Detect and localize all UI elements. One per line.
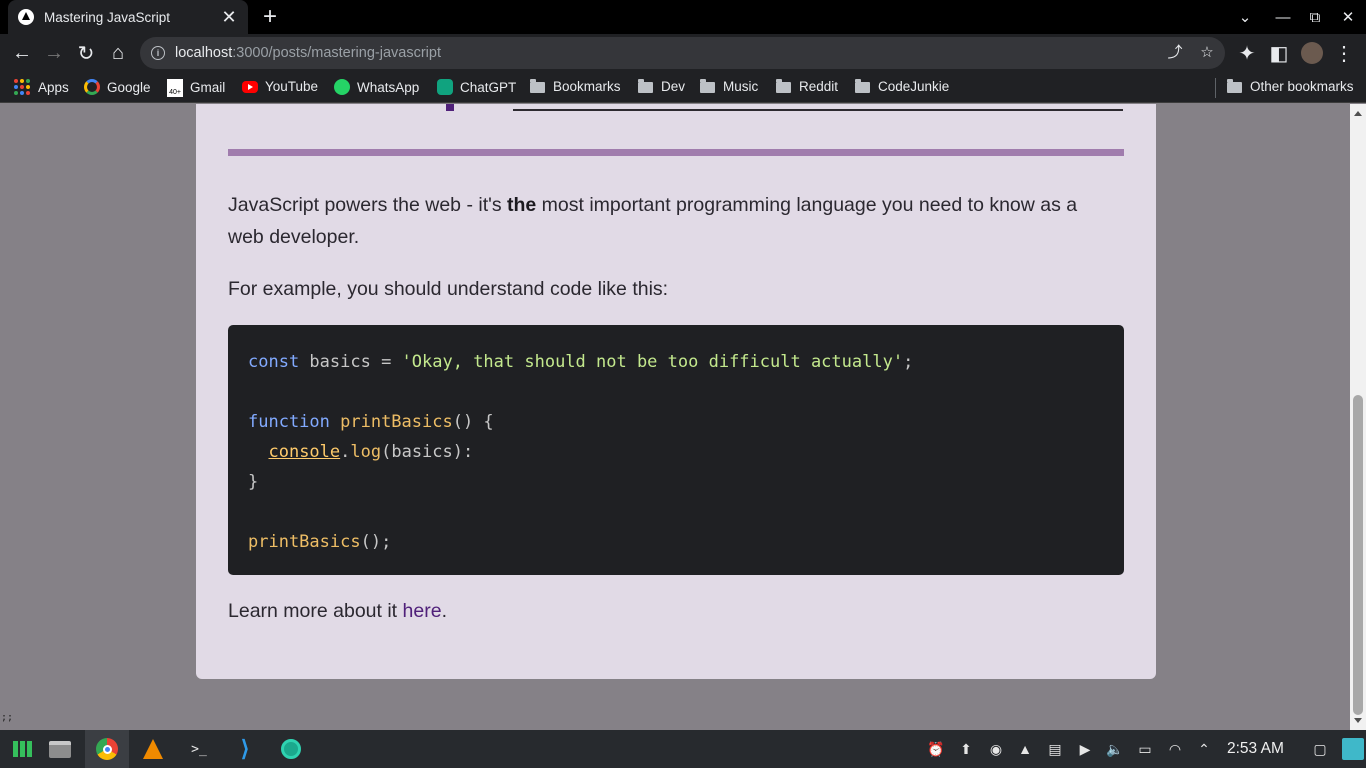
back-arrow-icon[interactable]: ←	[9, 40, 35, 66]
section-divider	[228, 149, 1124, 156]
tab-close-icon[interactable]: ✕	[220, 7, 238, 28]
bookmark-folder-reddit[interactable]: Reddit	[776, 79, 838, 94]
tab-strip: Mastering JavaScript ✕ + ⌄ — ⧉ ✕	[0, 0, 1366, 34]
code-line: console.log(basics):	[268, 442, 474, 462]
volume-icon[interactable]: 🔈	[1106, 740, 1124, 758]
vlc-icon[interactable]	[131, 730, 175, 768]
tab-search-chevron-icon[interactable]: ⌄	[1228, 0, 1262, 34]
url-text[interactable]: localhost:3000/posts/mastering-javascrip…	[175, 45, 441, 61]
whatsapp-icon	[334, 79, 350, 95]
folder-icon	[1227, 79, 1242, 93]
clipboard-icon[interactable]: ▤	[1046, 740, 1064, 758]
bookmark-chatgpt[interactable]: ChatGPT	[437, 79, 516, 95]
scroll-up-arrow-icon[interactable]	[1354, 111, 1362, 116]
tray-expand-chevron-icon[interactable]: ⌃	[1195, 740, 1213, 758]
heading-fragment	[446, 104, 454, 111]
media-play-icon[interactable]: ▶	[1076, 740, 1094, 758]
folder-icon	[776, 79, 791, 93]
here-link[interactable]: here	[403, 600, 442, 622]
new-tab-button[interactable]: +	[258, 4, 282, 30]
site-info-icon[interactable]: i	[151, 46, 165, 60]
scroll-down-arrow-icon[interactable]	[1354, 718, 1362, 723]
side-panel-icon[interactable]: ◧	[1266, 40, 1292, 66]
corner-text: ;;	[1, 712, 14, 723]
folder-icon	[700, 79, 715, 93]
alarm-icon[interactable]: ⏰	[927, 740, 945, 758]
code-line: function printBasics() {	[248, 412, 494, 432]
address-bar[interactable]: i localhost:3000/posts/mastering-javascr…	[140, 37, 1225, 69]
profile-avatar[interactable]	[1299, 40, 1325, 66]
google-g-icon	[84, 79, 100, 95]
folder-icon	[530, 79, 545, 93]
battery-icon[interactable]: ▭	[1136, 740, 1154, 758]
files-icon[interactable]	[38, 730, 82, 768]
folder-icon	[638, 79, 653, 93]
bookmark-google[interactable]: Google	[84, 79, 151, 95]
apps-grid-icon	[14, 79, 30, 95]
kebab-menu-icon[interactable]: ⋮	[1331, 40, 1357, 66]
chatgpt-icon	[437, 79, 453, 95]
page-viewport: JavaScript powers the web - it's the mos…	[0, 104, 1350, 730]
bookmark-youtube[interactable]: YouTube	[242, 79, 318, 94]
heading-underline-fragment	[513, 109, 1123, 111]
aperture-icon[interactable]	[269, 730, 313, 768]
nextjs-favicon-icon	[18, 9, 34, 25]
notification-thumbnail-icon[interactable]	[1342, 738, 1364, 760]
terminal-icon[interactable]: >_	[177, 730, 221, 768]
code-block: const basics = 'Okay, that should not be…	[228, 325, 1124, 575]
bookmark-star-icon[interactable]: ☆	[1199, 45, 1215, 61]
gmail-icon: 40+	[167, 79, 183, 97]
forward-arrow-icon[interactable]: →	[41, 40, 67, 66]
share-icon[interactable]: ⤴	[1167, 45, 1183, 61]
article-card: JavaScript powers the web - it's the mos…	[196, 104, 1156, 679]
learn-more-paragraph: Learn more about it here.	[228, 600, 447, 622]
close-window-button[interactable]: ✕	[1331, 0, 1365, 34]
bookmarks-bar: Apps Google 40+ Gmail YouTube WhatsApp C…	[0, 72, 1366, 103]
scrollbar-thumb[interactable]	[1353, 395, 1363, 715]
show-desktop-icon[interactable]: ▢	[1311, 740, 1329, 758]
page-scrollbar[interactable]	[1350, 104, 1366, 730]
tab-title: Mastering JavaScript	[44, 9, 171, 25]
youtube-icon	[242, 80, 258, 93]
extensions-puzzle-icon[interactable]: ✦	[1234, 40, 1260, 66]
intro-paragraph: JavaScript powers the web - it's the mos…	[228, 194, 1078, 248]
vscode-icon[interactable]: ⟩	[223, 730, 267, 768]
bookmark-other-bookmarks[interactable]: Other bookmarks	[1227, 79, 1354, 94]
chrome-icon[interactable]	[85, 730, 129, 768]
taskbar: >_ ⟩ ⏰ ⬆ ◉ ▲ ▤ ▶ 🔈 ▭ ◠ ⌃ 2:53 AM ▢	[0, 730, 1366, 768]
reload-icon[interactable]: ↻	[73, 40, 99, 66]
bookmark-apps[interactable]: Apps	[14, 79, 69, 95]
bookmark-folder-bookmarks[interactable]: Bookmarks	[530, 79, 621, 94]
home-icon[interactable]: ⌂	[105, 40, 131, 66]
folder-icon	[855, 79, 870, 93]
code-line: const basics = 'Okay, that should not be…	[248, 352, 914, 372]
code-line: }	[248, 472, 259, 492]
bookmark-gmail[interactable]: 40+ Gmail	[167, 79, 225, 97]
code-line: printBasics();	[248, 532, 392, 552]
bookmark-folder-music[interactable]: Music	[700, 79, 758, 94]
steam-icon[interactable]: ◉	[987, 740, 1005, 758]
restore-button[interactable]: ⧉	[1298, 0, 1332, 34]
bookmark-whatsapp[interactable]: WhatsApp	[334, 79, 419, 95]
example-paragraph: For example, you should understand code …	[228, 278, 669, 300]
tab-mastering-javascript[interactable]: Mastering JavaScript ✕	[8, 0, 248, 34]
bookmark-folder-codejunkie[interactable]: CodeJunkie	[855, 79, 949, 94]
minimize-button[interactable]: —	[1266, 0, 1300, 34]
vlc-tray-icon[interactable]: ▲	[1016, 740, 1034, 758]
update-icon[interactable]: ⬆	[957, 740, 975, 758]
bookmark-folder-dev[interactable]: Dev	[638, 79, 685, 94]
clock[interactable]: 2:53 AM	[1227, 740, 1284, 758]
bookmarks-divider	[1215, 78, 1216, 98]
wifi-icon[interactable]: ◠	[1166, 740, 1184, 758]
